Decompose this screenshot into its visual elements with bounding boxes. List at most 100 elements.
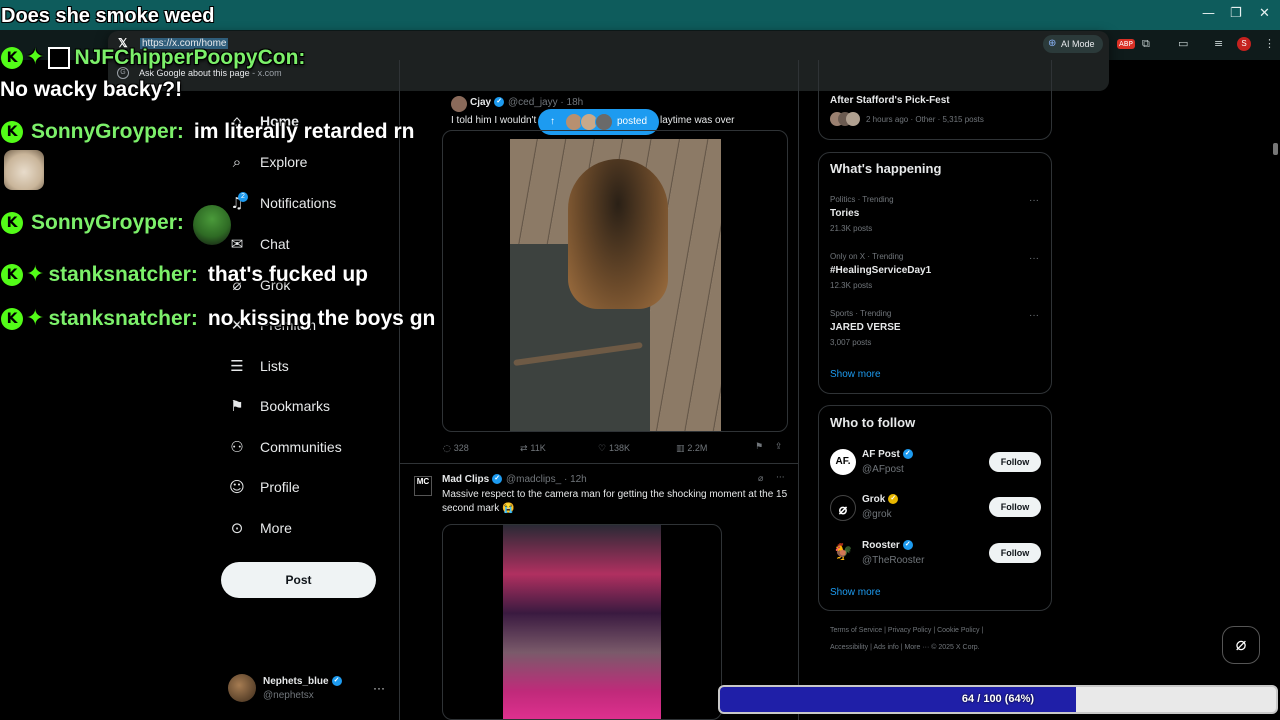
tweet-text-end: laytime was over [660,115,735,126]
trend-meta: Only on X · Trending [830,252,904,261]
ai-mode-button[interactable]: ⊕ AI Mode [1043,35,1103,53]
footer-links-line2[interactable]: Accessibility | Ads info | More ··· © 20… [830,644,980,651]
trend-more-icon[interactable]: ··· [1029,310,1039,321]
like-button[interactable]: ♡ 138K [598,443,630,454]
nav-explore-label: Explore [260,154,308,170]
nav-chat[interactable]: ✉ Chat [228,232,290,256]
grok-tweet-icon[interactable]: ⌀ [758,474,763,484]
chat-username: stanksnatcher: [48,262,198,286]
follow-button[interactable]: Follow [989,497,1041,517]
dog-photo [510,139,721,431]
trend-name[interactable]: JARED VERSE [830,322,901,333]
nav-communities[interactable]: ⚇ Communities [228,435,341,459]
views-icon: ▥ [676,444,685,454]
nav-bookmarks[interactable]: ⚑ Bookmarks [228,394,330,418]
heart-icon: ♡ [598,444,607,454]
who-to-follow-title: Who to follow [830,415,916,430]
reply-count: 328 [453,443,469,453]
trend-meta: Politics · Trending [830,195,894,204]
close-button[interactable]: ✕ [1259,6,1270,21]
bookmark-tweet-icon[interactable]: ⚑ [755,442,763,452]
pepe-emote-icon [193,205,231,245]
views-button[interactable]: ▥ 2.2M [676,443,707,454]
nav-lists[interactable]: ☰ Lists [228,354,289,378]
trend-avatar [846,112,860,126]
tweet-avatar-madclips[interactable]: MC [414,476,432,496]
adblock-extension-icon[interactable]: ABP [1117,39,1135,49]
nav-more-label: More [260,520,292,536]
tweet-author-name[interactable]: Cjay ✓ [470,97,505,108]
trend-name[interactable]: Tories [830,208,859,219]
account-avatar[interactable] [228,674,256,702]
stream-title: Does she smoke weed [1,5,215,27]
follow-button[interactable]: Follow [989,452,1041,472]
af-post-avatar[interactable]: AF. [830,449,856,475]
verified-icon: ✓ [492,474,503,485]
tweet-handle[interactable]: @madclips_ · 12h [506,474,587,485]
photo-dog [568,159,668,309]
trend-more-icon[interactable]: ··· [1029,195,1039,206]
tweet-time: 12h [570,474,587,485]
kick-badge-icon: K [1,263,23,286]
grok-avatar[interactable]: ⌀ [830,495,856,521]
account-menu-icon[interactable]: ··· [373,681,385,695]
tweet-avatar[interactable] [451,96,467,112]
grok-floating-button[interactable]: ⌀ [1222,626,1260,664]
footer-links-line1[interactable]: Terms of Service | Privacy Policy | Cook… [830,627,983,634]
club-video-frame [503,525,661,719]
nav-more[interactable]: ⊙ More [228,516,292,540]
tweet-media-image[interactable] [442,130,788,432]
profile-avatar-icon[interactable]: S [1237,37,1251,51]
chat-text: No wacky backy?! [0,78,183,101]
repost-count: 11K [530,443,546,453]
chat-username: SonnyGroyper: [31,211,184,234]
follow-account-name[interactable]: AF Post ✓ [862,449,913,460]
nav-lists-label: Lists [260,358,289,374]
nav-explore[interactable]: ⌕ Explore [228,150,308,174]
follow-account-name[interactable]: Rooster ✓ [862,540,913,551]
repost-button[interactable]: ⇄ 11K [520,443,546,454]
account-name[interactable]: Nephets_blue ✓ [263,676,342,687]
top-trend-title[interactable]: After Stafford's Pick-Fest [830,95,950,106]
post-button[interactable]: Post [221,562,376,598]
tweet-more-icon[interactable]: ··· [776,473,785,483]
tweet-media-video[interactable] [442,524,722,720]
tweet-author-name[interactable]: Mad Clips ✓ [442,474,503,485]
media-icon[interactable]: ≡ [1214,37,1223,50]
maximize-button[interactable]: ❐ [1230,6,1242,21]
repost-icon: ⇄ [520,444,528,454]
nav-bookmarks-label: Bookmarks [260,398,331,414]
trend-name[interactable]: #HealingServiceDay1 [830,265,931,276]
kebab-icon[interactable]: ⋮ [1264,37,1275,50]
pill-avatar [595,113,613,131]
kick-badge-icon: K [1,212,23,234]
tweet-handle-text: @madclips_ [506,474,562,485]
rooster-avatar[interactable]: 🐓 [830,540,856,566]
sub-badge-icon: ✦ [26,262,45,287]
sidebar-icon[interactable]: ▭ [1178,37,1188,50]
trend-meta: Sports · Trending [830,309,892,318]
follow-account-name-text: Grok [862,494,886,505]
trend-more-icon[interactable]: ··· [1029,253,1039,264]
tweet-handle[interactable]: @ced_jayy · 18h [508,97,583,108]
share-icon[interactable]: ⇪ [775,442,783,452]
nav-profile[interactable]: ☺ Profile [228,475,300,499]
trend-posts: 3,007 posts [830,338,872,347]
chat-text: no kissing the boys gn [207,306,436,330]
trends-show-more[interactable]: Show more [830,369,881,380]
reply-button[interactable]: ◌ 328 [443,443,469,454]
chat-message: K ✦ NJFChipperPoopyCon: [0,45,315,70]
follow-account-name[interactable]: Grok ✓ [862,494,899,505]
follow-show-more[interactable]: Show more [830,587,881,598]
page-scrollbar[interactable] [1273,143,1278,155]
follow-account-handle: @AFpost [862,464,904,475]
more-circle-icon: ⊙ [230,519,244,537]
tweet-author-name-text: Mad Clips [442,474,490,485]
follow-account-name-text: Rooster [862,540,900,551]
account-handle: @nephetsx [263,690,314,701]
kick-badge-icon: K [1,307,23,330]
follow-button[interactable]: Follow [989,543,1041,563]
puzzle-icon[interactable]: ⧉ [1142,37,1150,51]
minimize-button[interactable]: — [1202,6,1215,21]
list-icon: ☰ [230,357,244,375]
